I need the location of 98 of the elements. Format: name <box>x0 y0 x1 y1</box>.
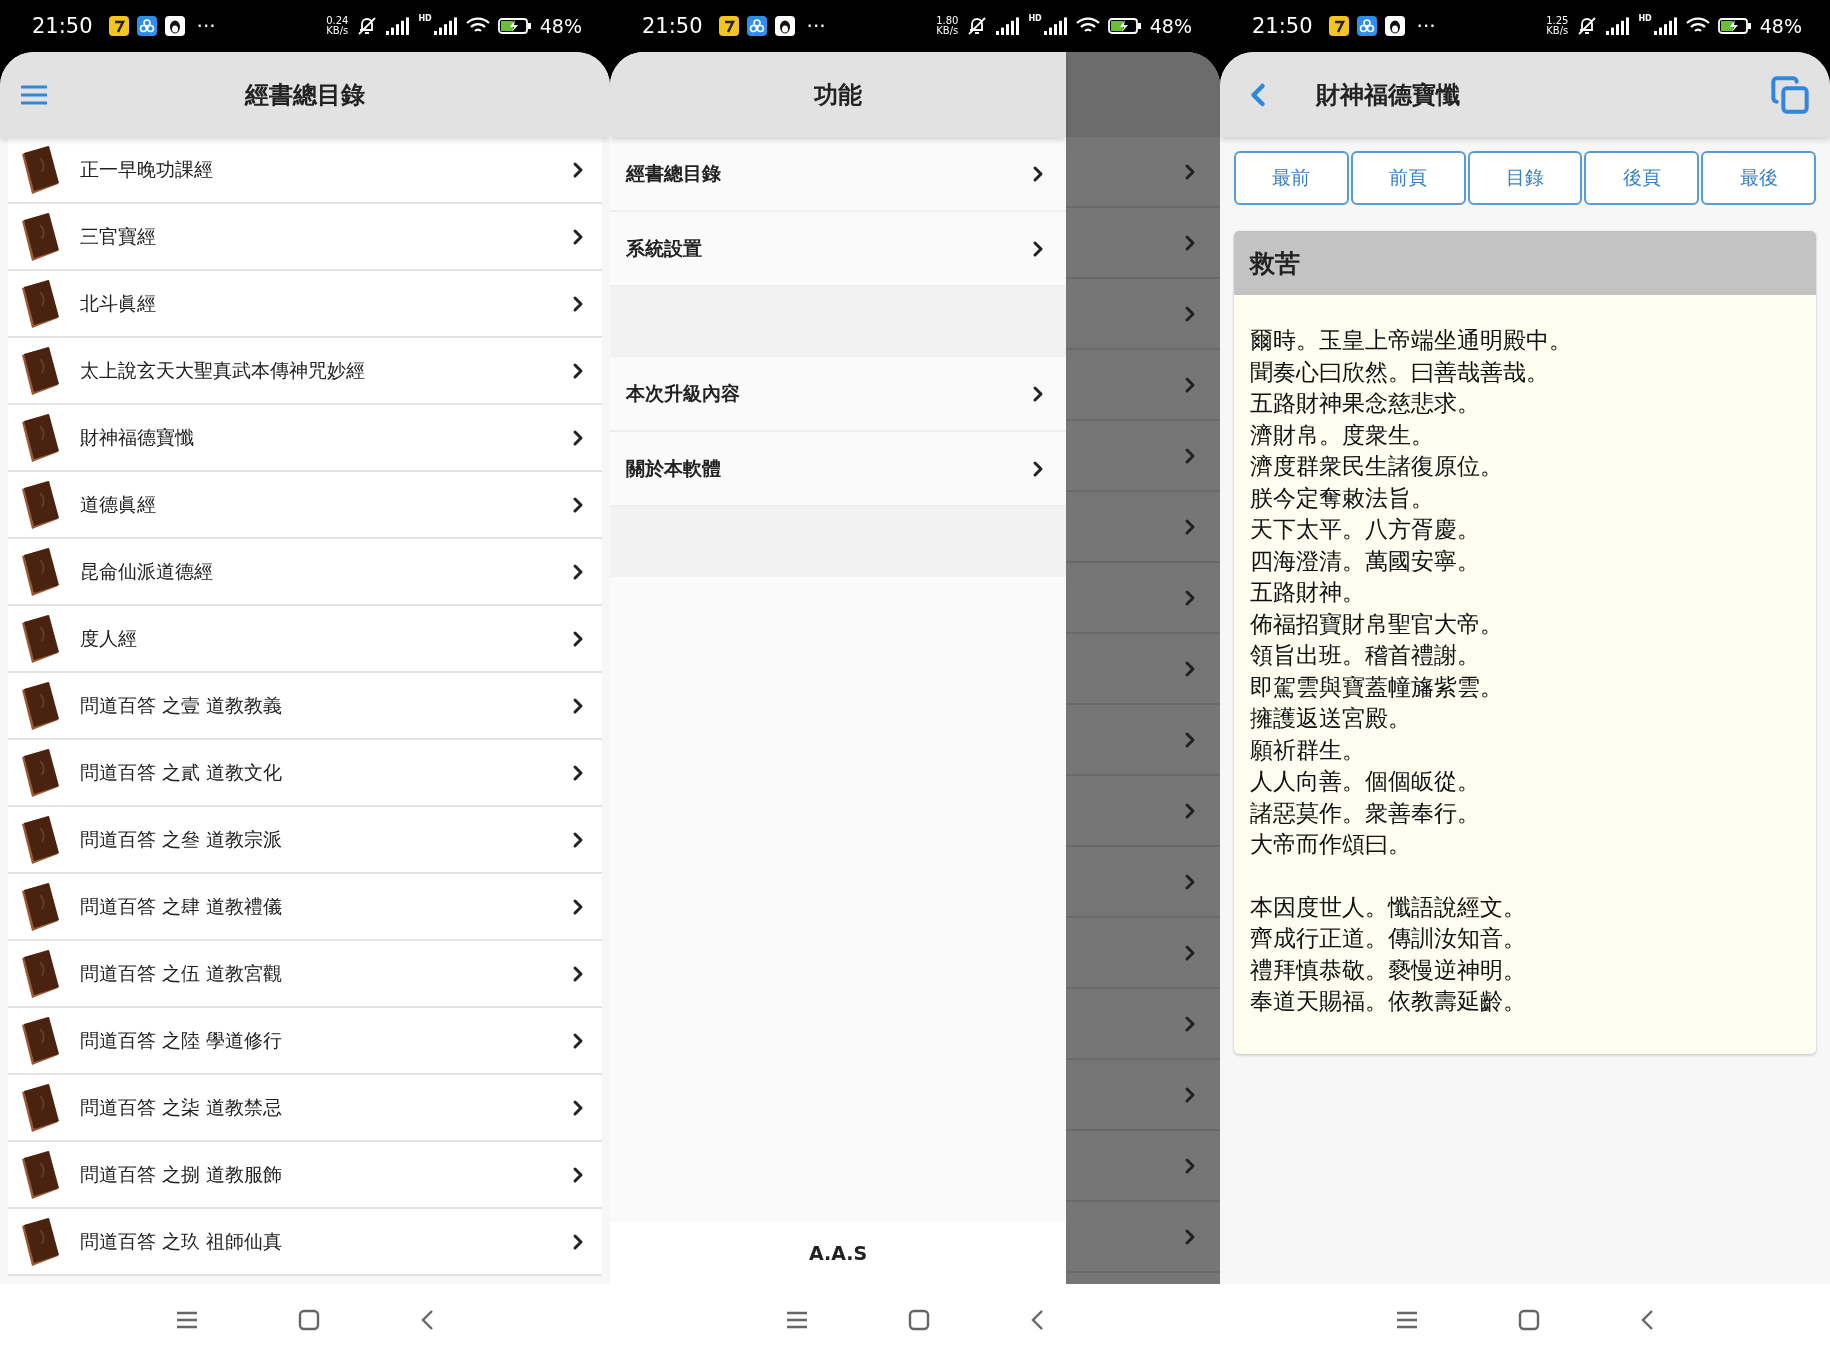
app-notification-icon <box>1328 16 1349 36</box>
muted-bell-icon <box>1576 16 1599 36</box>
more-notifications: ··· <box>1416 14 1436 38</box>
menu-icon[interactable] <box>176 1311 198 1329</box>
scripture-line: 齊成行正道。傳訓汝知音。 <box>1250 924 1527 953</box>
scripture-line: 佈福招寶財帛聖官大帝。 <box>1250 609 1504 639</box>
drawer-title: 功能 <box>814 79 862 111</box>
scripture-line: 天下太平。八方胥慶。 <box>1250 515 1481 544</box>
scripture-list-item[interactable]: 問道百答 之柒 道教禁忌 <box>8 1075 602 1142</box>
muted-bell-icon <box>966 16 989 36</box>
home-icon[interactable] <box>908 1309 930 1331</box>
hd-label: HD <box>1638 14 1652 23</box>
speed-unit: KB/s <box>326 26 349 36</box>
scripture-line: 領旨出班。稽首禮謝。 <box>1250 641 1481 670</box>
battery-charging-icon <box>1717 17 1752 35</box>
hd-label: HD <box>418 14 432 23</box>
app-notification-icon <box>746 16 767 36</box>
home-icon[interactable] <box>298 1309 320 1331</box>
muted-bell-icon <box>356 16 379 36</box>
scripture-list-item[interactable]: 道德眞經 <box>8 472 602 539</box>
page-nav-button[interactable]: 目錄 <box>1467 151 1583 205</box>
scripture-list-item[interactable]: 問道百答 之伍 道教宮觀 <box>8 941 602 1008</box>
back-icon[interactable] <box>1030 1309 1044 1331</box>
battery-charging-icon <box>497 17 532 35</box>
scripture-list-item[interactable]: 問道百答 之捌 道教服飾 <box>8 1142 602 1209</box>
scripture-line: 爾時。玉皇上帝端坐通明殿中。 <box>1250 326 1573 355</box>
battery-level: 48% <box>1149 15 1192 37</box>
home-icon[interactable] <box>1518 1309 1540 1331</box>
scripture-line: 奉道天賜福。依教壽延齡。 <box>1250 987 1527 1016</box>
scripture-line: 四海澄清。萬國安寧。 <box>1250 546 1481 576</box>
page-nav-button[interactable]: 後頁 <box>1584 151 1700 205</box>
scripture-list-item[interactable]: 度人經 <box>8 606 602 673</box>
penguin-icon <box>164 16 185 36</box>
page-nav-button[interactable]: 前頁 <box>1350 151 1466 205</box>
scripture-line: 聞奏心曰欣然。曰善哉善哉。 <box>1250 357 1550 387</box>
scripture-line: 擁護返送宮殿。 <box>1250 704 1412 733</box>
scripture-line: 即駕雲與寶蓋幢旛紫雲。 <box>1250 672 1504 702</box>
scripture-list-item[interactable]: 問道百答 之肆 道教禮儀 <box>8 874 602 941</box>
section-title: 救苦 <box>1250 247 1300 280</box>
more-notifications: ··· <box>806 14 826 38</box>
menu-icon[interactable] <box>20 84 48 105</box>
signal-icon <box>1606 17 1631 35</box>
scripture-list-item[interactable]: 太上說玄天大聖真武本傳神咒妙經 <box>8 338 602 405</box>
scripture-line: 濟度群衆民生諸復原位。 <box>1250 452 1504 481</box>
network-speed: 0.24 <box>326 16 349 26</box>
app-notification-icon <box>136 16 157 36</box>
more-notifications: ··· <box>196 14 216 38</box>
app-notification-icon <box>108 16 129 36</box>
speed-unit: KB/s <box>936 26 959 36</box>
app-credit: A.A.S <box>808 1242 868 1264</box>
battery-level: 48% <box>539 15 582 37</box>
scripture-list-item[interactable]: 財神福德寶懺 <box>8 405 602 472</box>
hd-label: HD <box>1028 14 1042 23</box>
scripture-list-item[interactable]: 問道百答 之陸 學道修行 <box>8 1008 602 1075</box>
battery-level: 48% <box>1759 15 1802 37</box>
screen-title: 經書總目錄 <box>245 79 365 111</box>
scripture-list-item[interactable]: 北斗眞經 <box>8 271 602 338</box>
page-nav-button[interactable]: 最前 <box>1234 151 1349 205</box>
copy-icon[interactable] <box>1770 74 1810 115</box>
scripture-line: 諸惡莫作。衆善奉行。 <box>1250 798 1481 828</box>
scripture-list-item[interactable]: 問道百答 之壹 道教教義 <box>8 673 602 740</box>
menu-icon[interactable] <box>786 1311 808 1329</box>
scripture-list-item[interactable]: 正一早晚功課經 <box>8 137 602 204</box>
signal-icon <box>996 17 1021 35</box>
network-speed: 1.25 <box>1546 16 1569 26</box>
scripture-list-item[interactable]: 問道百答 之玖 祖師仙真 <box>8 1209 602 1276</box>
signal-icon <box>386 17 411 35</box>
scripture-list-item[interactable]: 昆侖仙派道德經 <box>8 539 602 606</box>
network-speed: 1.80 <box>936 16 959 26</box>
menu-icon[interactable] <box>1396 1311 1418 1329</box>
clock-time: 21:50 <box>642 14 703 38</box>
signal-icon <box>1043 17 1068 35</box>
speed-unit: KB/s <box>1546 26 1569 36</box>
clock-time: 21:50 <box>32 14 93 38</box>
app-notification-icon <box>1356 16 1377 36</box>
clock-time: 21:50 <box>1252 14 1313 38</box>
scripture-line: 本因度世人。懺語說經文。 <box>1250 892 1527 922</box>
signal-icon <box>1653 17 1678 35</box>
scripture-list-item[interactable]: 三官寶經 <box>8 204 602 271</box>
scripture-line: 人人向善。個個皈從。 <box>1250 767 1481 796</box>
scripture-line: 願祈群生。 <box>1250 735 1366 765</box>
scripture-line: 大帝而作頌曰。 <box>1250 830 1412 859</box>
scripture-line: 禮拜慎恭敬。褻慢逆神明。 <box>1250 955 1527 985</box>
scripture-line: 濟財帛。度衆生。 <box>1250 420 1435 450</box>
scripture-line: 五路財神。 <box>1250 578 1366 607</box>
scripture-line: 五路財神果念慈悲求。 <box>1250 389 1481 418</box>
penguin-icon <box>774 16 795 36</box>
scripture-list-item[interactable]: 問道百答 之叄 道教宗派 <box>8 807 602 874</box>
battery-charging-icon <box>1107 17 1142 35</box>
back-icon[interactable] <box>1640 1309 1654 1331</box>
scripture-list-item[interactable]: 問道百答 之貳 道教文化 <box>8 740 602 807</box>
page-nav-button[interactable]: 最後 <box>1701 151 1816 205</box>
signal-icon <box>433 17 458 35</box>
penguin-icon <box>1384 16 1405 36</box>
back-icon[interactable] <box>420 1309 434 1331</box>
screen-title: 財神福德寶懺 <box>1316 79 1460 111</box>
app-notification-icon <box>718 16 739 36</box>
scripture-line: 朕今定奪敕法旨。 <box>1250 483 1435 513</box>
